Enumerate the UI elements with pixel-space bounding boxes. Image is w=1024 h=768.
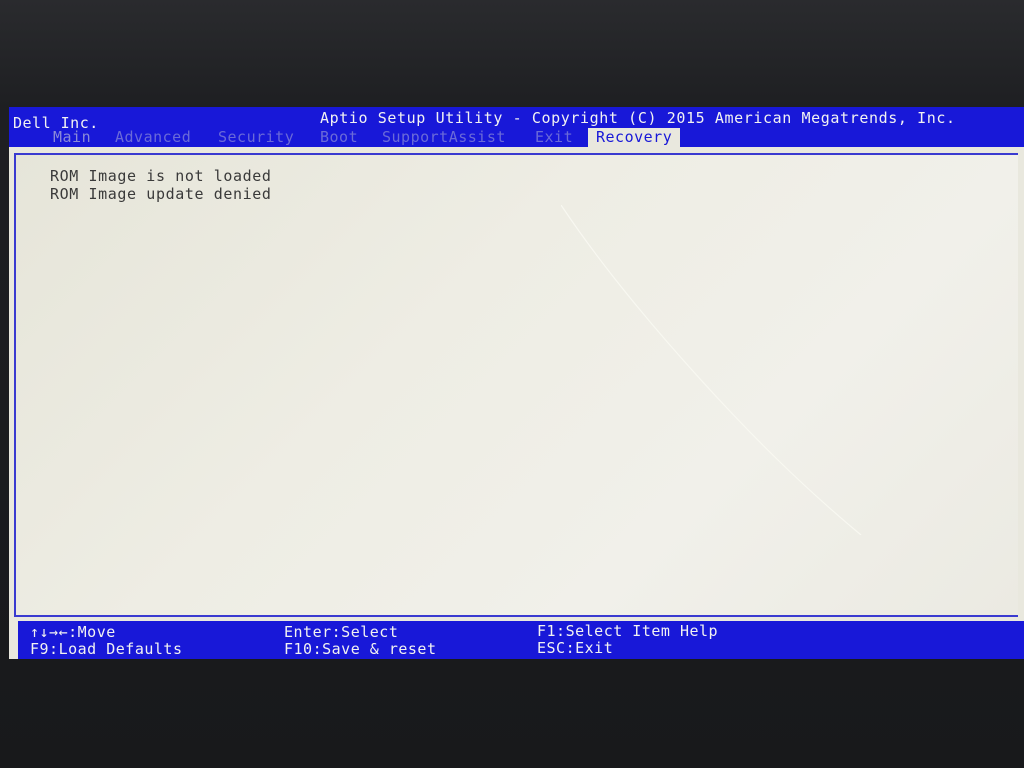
title-bar: Dell Inc. Aptio Setup Utility - Copyrigh… [9, 107, 1024, 147]
tab-boot[interactable]: Boot [320, 128, 358, 147]
tab-supportassist[interactable]: SupportAssist [382, 128, 506, 147]
bios-screen: Dell Inc. Aptio Setup Utility - Copyrigh… [9, 107, 1024, 659]
key-hint-select: Enter:Select [284, 623, 399, 641]
key-hint-save-reset: F10:Save & reset [284, 640, 437, 658]
key-hint-move: ↑↓→←:Move [30, 623, 116, 641]
tab-recovery[interactable]: Recovery [588, 128, 681, 147]
screen-crack-line [561, 205, 862, 535]
utility-title: Aptio Setup Utility - Copyright (C) 2015… [320, 109, 956, 127]
tab-bar: Main Advanced Security Boot SupportAssis… [9, 128, 1024, 147]
message-rom-update-denied: ROM Image update denied [50, 185, 272, 203]
key-hint-load-defaults: F9:Load Defaults [30, 640, 183, 658]
tab-main[interactable]: Main [53, 128, 91, 147]
key-hint-help: F1:Select Item Help [537, 622, 719, 640]
tab-advanced[interactable]: Advanced [115, 128, 191, 147]
key-help-bar: ↑↓→←:Move Enter:Select F1:Select Item He… [18, 621, 1024, 659]
tab-exit[interactable]: Exit [535, 128, 573, 147]
message-rom-not-loaded: ROM Image is not loaded [50, 167, 272, 185]
key-hint-exit: ESC:Exit [537, 639, 614, 657]
content-panel: ROM Image is not loaded ROM Image update… [14, 153, 1018, 617]
tab-security[interactable]: Security [218, 128, 294, 147]
